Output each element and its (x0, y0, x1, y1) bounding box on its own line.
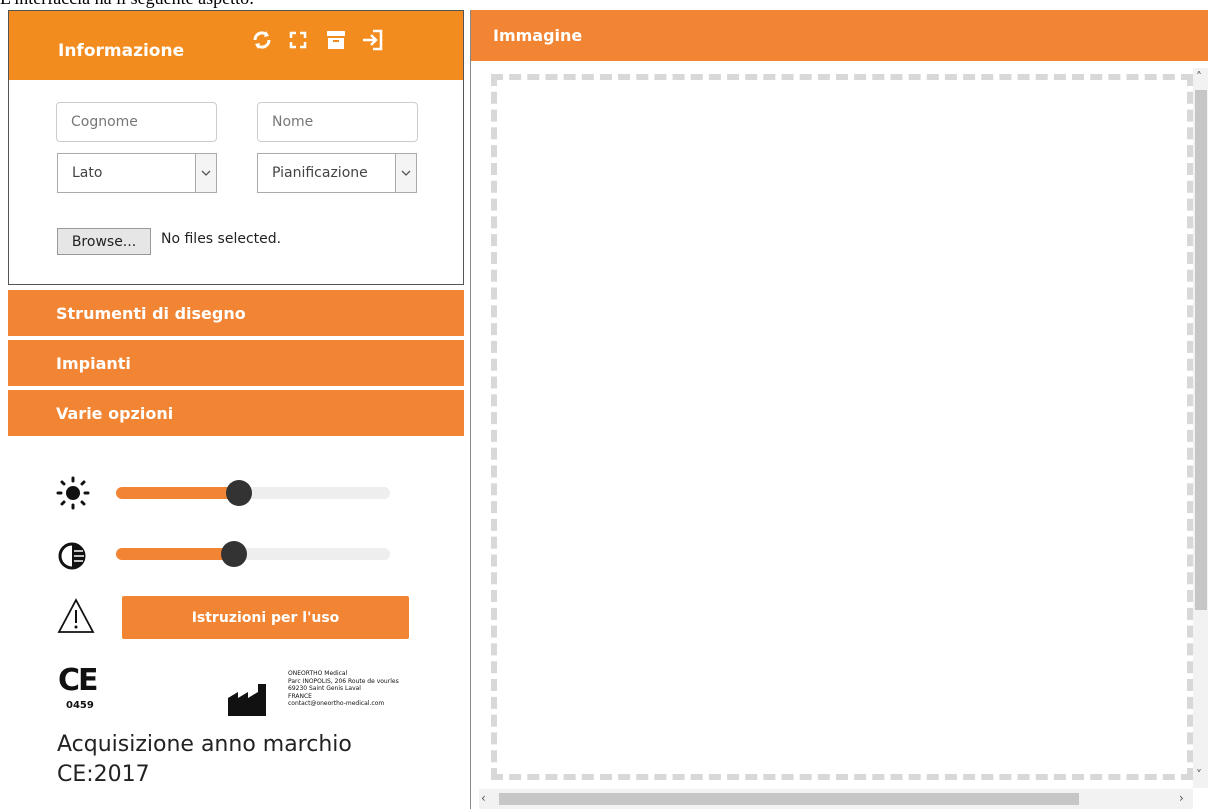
caption-text: L'interfaccia ha il seguente aspetto: (0, 0, 254, 9)
image-title: Immagine (493, 26, 583, 45)
vertical-scrollbar[interactable]: ˄ ˅ (1193, 68, 1208, 788)
section-label: Varie opzioni (56, 403, 174, 423)
name-field[interactable] (257, 102, 418, 142)
acquisition-text: Acquisizione anno marchio CE:2017 (57, 732, 352, 787)
brightness-icon (56, 476, 90, 514)
instructions-button[interactable]: Istruzioni per l'uso (122, 596, 409, 639)
ce-mark: CE (58, 663, 98, 698)
info-box: Informazione Lato Pianificazione (8, 10, 464, 285)
surname-field[interactable] (56, 102, 217, 142)
planning-select[interactable]: Pianificazione (257, 153, 417, 193)
file-status: No files selected. (161, 231, 282, 247)
chevron-down-icon (395, 154, 416, 192)
contrast-icon (57, 541, 87, 575)
side-select-value: Lato (72, 165, 103, 181)
fullscreen-icon[interactable] (285, 27, 311, 53)
brightness-slider-fill (116, 487, 240, 499)
contrast-slider-fill (116, 548, 234, 560)
manufacturer-line: Parc INOPOLIS, 206 Route de vourles (288, 677, 399, 685)
planning-select-value: Pianificazione (272, 165, 368, 181)
section-label: Strumenti di disegno (56, 303, 246, 323)
manufacturer-line: FRANCE (288, 692, 312, 700)
section-label: Impianti (56, 353, 131, 373)
scroll-down-icon[interactable]: ˅ (1196, 768, 1202, 782)
manufacturer-address: ONEORTHO Medical Parc INOPOLIS, 206 Rout… (288, 670, 399, 708)
warning-icon (57, 598, 95, 638)
scroll-left-icon[interactable]: ‹ (481, 791, 486, 805)
ce-number: 0459 (66, 700, 94, 711)
horizontal-scrollbar[interactable]: ‹ › (479, 789, 1193, 809)
scroll-up-icon[interactable]: ˄ (1196, 70, 1202, 84)
manufacturer-line: 69230 Saint Genis Laval (288, 685, 361, 692)
scroll-right-icon[interactable]: › (1179, 791, 1184, 805)
refresh-icon[interactable] (249, 27, 275, 53)
contrast-slider[interactable] (116, 541, 390, 567)
left-panel: Informazione Lato Pianificazione (8, 10, 464, 809)
horizontal-scroll-thumb[interactable] (499, 793, 1079, 805)
brightness-slider-handle[interactable] (226, 480, 253, 506)
manufacturer-line: ONEORTHO Medical (288, 670, 348, 677)
vertical-scroll-thumb[interactable] (1195, 90, 1207, 610)
chevron-down-icon (195, 154, 216, 192)
brightness-slider[interactable] (116, 480, 390, 506)
info-title: Informazione (58, 41, 185, 61)
image-drop-zone[interactable] (491, 74, 1193, 780)
manufacturer-line: contact@oneortho-medical.com (288, 700, 385, 707)
section-options[interactable]: Varie opzioni (8, 390, 464, 436)
archive-icon[interactable] (323, 27, 349, 53)
contrast-slider-handle[interactable] (220, 541, 247, 567)
exit-icon[interactable] (359, 27, 385, 53)
section-drawing-tools[interactable]: Strumenti di disegno (8, 290, 464, 336)
side-select[interactable]: Lato (57, 153, 217, 193)
browse-button[interactable]: Browse... (57, 228, 151, 255)
image-header: Immagine (471, 10, 1208, 61)
manufacturer-icon (226, 680, 278, 722)
section-implants[interactable]: Impianti (8, 340, 464, 386)
right-panel: Immagine ˄ ˅ ‹ › (470, 10, 1208, 809)
info-header: Informazione (9, 11, 463, 80)
